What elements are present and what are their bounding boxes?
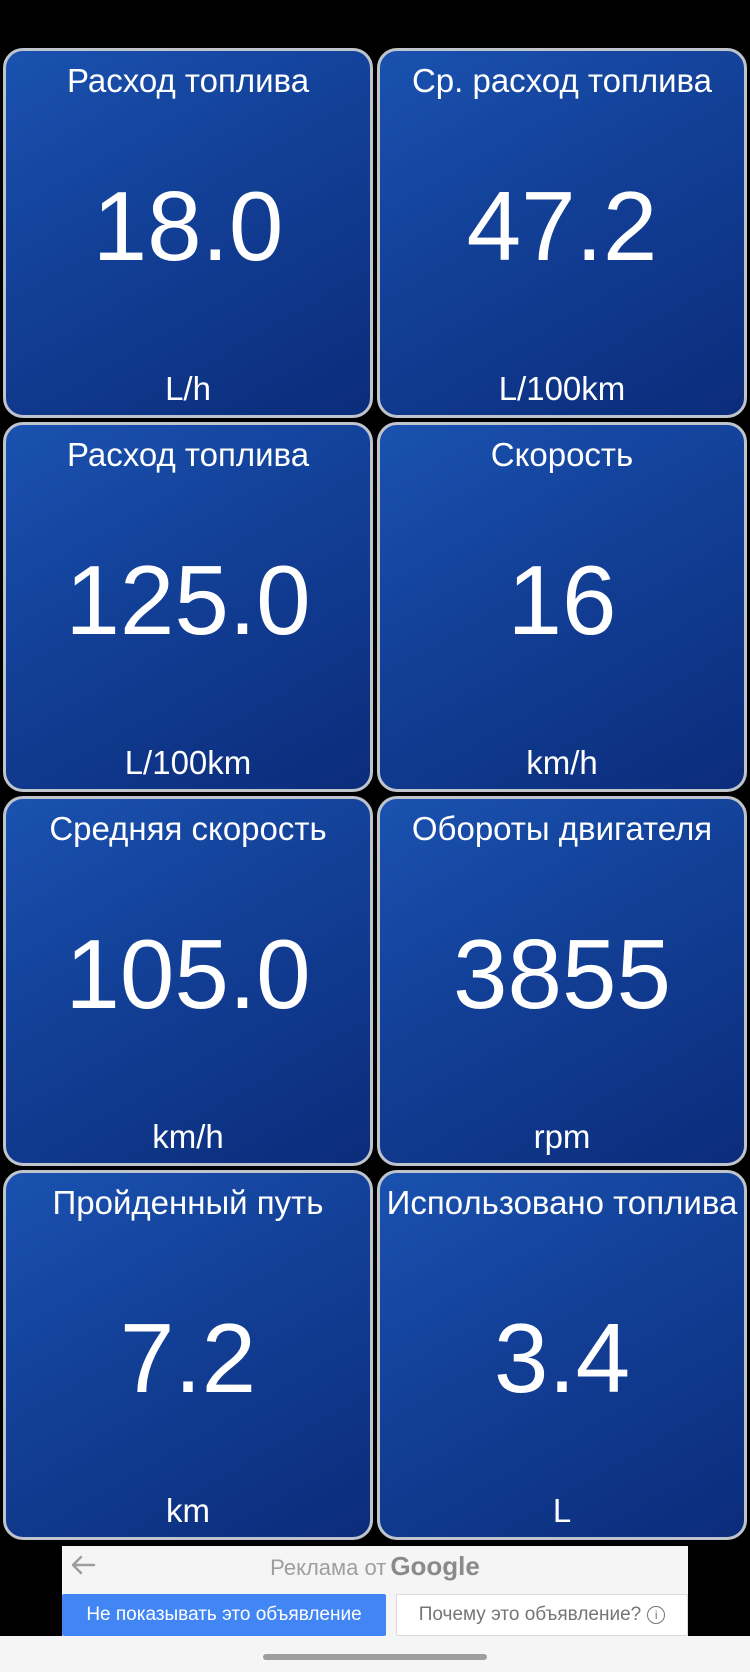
gauge-unit: L/h bbox=[165, 370, 211, 407]
gauge-unit: km bbox=[166, 1492, 210, 1529]
gauge-tile-avg-fuel-consumption[interactable]: Ср. расход топлива 47.2 L/100km bbox=[377, 48, 747, 418]
hide-ad-button[interactable]: Не показывать это объявление bbox=[62, 1594, 386, 1636]
gauge-value: 105.0 bbox=[65, 919, 311, 1029]
home-indicator[interactable] bbox=[263, 1654, 487, 1660]
gauge-title: Пройденный путь bbox=[52, 1184, 324, 1221]
gauge-grid: Расход топлива 18.0 L/h Ср. расход топли… bbox=[0, 48, 750, 1548]
gauge-unit: L bbox=[552, 1492, 572, 1529]
gauge-value: 47.2 bbox=[466, 171, 658, 281]
gauge-value: 3.4 bbox=[493, 1303, 631, 1413]
why-this-ad-button[interactable]: Почему это объявление? i bbox=[396, 1594, 688, 1636]
gauge-tile-fuel-used[interactable]: Использовано топлива 3.4 L bbox=[377, 1170, 747, 1540]
gauge-tile-distance[interactable]: Пройденный путь 7.2 km bbox=[3, 1170, 373, 1540]
gauge-title: Ср. расход топлива bbox=[411, 62, 713, 99]
gauge-title: Средняя скорость bbox=[49, 810, 327, 847]
gauge-title: Скорость bbox=[490, 436, 634, 473]
gauge-tile-fuel-rate[interactable]: Расход топлива 18.0 L/h bbox=[3, 48, 373, 418]
ad-header: Реклама от Google bbox=[62, 1552, 688, 1582]
gauge-unit: km/h bbox=[152, 1118, 224, 1155]
gauge-tile-speed[interactable]: Скорость 16 km/h bbox=[377, 422, 747, 792]
gauge-title: Расход топлива bbox=[66, 436, 310, 473]
ad-header-text: Реклама от bbox=[270, 1555, 387, 1580]
gauge-tile-avg-speed[interactable]: Средняя скорость 105.0 km/h bbox=[3, 796, 373, 1166]
gauge-tile-fuel-consumption[interactable]: Расход топлива 125.0 L/100km bbox=[3, 422, 373, 792]
gauge-unit: rpm bbox=[533, 1118, 591, 1155]
gauge-value: 18.0 bbox=[92, 171, 284, 281]
gauge-value: 3855 bbox=[452, 919, 671, 1029]
screen: Расход топлива 18.0 L/h Ср. расход топли… bbox=[0, 0, 750, 1672]
google-logo: Google bbox=[390, 1551, 480, 1581]
why-this-ad-label: Почему это объявление? bbox=[418, 1604, 642, 1625]
gauge-value: 125.0 bbox=[65, 545, 311, 655]
gauge-title: Расход топлива bbox=[66, 62, 310, 99]
gauge-title: Использовано топлива bbox=[386, 1184, 738, 1221]
info-icon: i bbox=[647, 1605, 666, 1624]
gauge-value: 16 bbox=[507, 545, 617, 655]
gauge-unit: L/100km bbox=[498, 370, 626, 407]
gauge-tile-engine-rpm[interactable]: Обороты двигателя 3855 rpm bbox=[377, 796, 747, 1166]
ad-banner: Реклама от Google Не показывать это объяв… bbox=[62, 1546, 688, 1636]
gauge-title: Обороты двигателя bbox=[411, 810, 713, 847]
gauge-unit: L/100km bbox=[124, 744, 252, 781]
gauge-value: 7.2 bbox=[119, 1303, 257, 1413]
gauge-unit: km/h bbox=[526, 744, 598, 781]
